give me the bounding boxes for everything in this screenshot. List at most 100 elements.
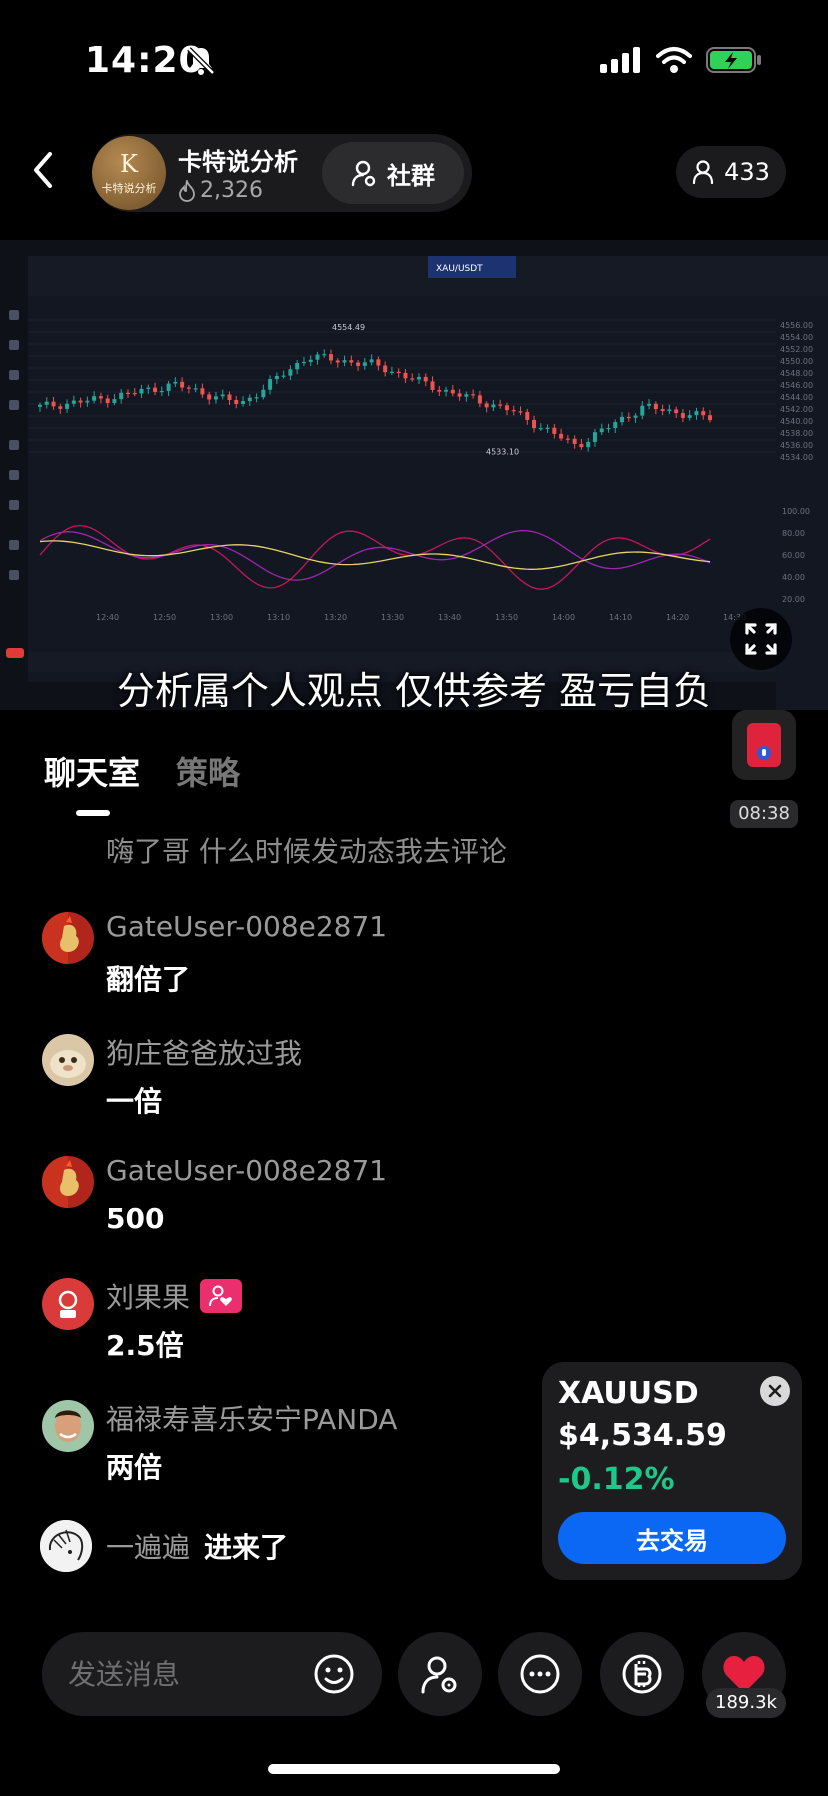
candle-body — [274, 375, 279, 380]
chat-username[interactable]: 刘果果 — [106, 1276, 190, 1316]
chart-symbol-tab: XAU/USDT — [436, 264, 483, 274]
wifi-icon — [656, 47, 692, 73]
ticker-change: -0.12% — [558, 1462, 675, 1497]
price-tick-label: 4544.00 — [780, 393, 813, 402]
candle-body — [369, 359, 374, 363]
user-card-button[interactable] — [398, 1632, 482, 1716]
user-avatar[interactable] — [40, 1520, 92, 1572]
candle-body — [423, 376, 428, 382]
user-avatar[interactable] — [42, 1156, 94, 1208]
candle-body — [173, 381, 178, 384]
user-avatar[interactable] — [42, 1278, 94, 1330]
user-avatar[interactable] — [42, 912, 94, 964]
tab-strategy[interactable]: 策略 — [176, 748, 240, 818]
user-avatar[interactable] — [42, 1400, 94, 1452]
candle-body — [308, 359, 313, 362]
ticker-close-button[interactable] — [760, 1376, 790, 1406]
osc-tick-label: 100.00 — [782, 507, 810, 516]
candle-body — [457, 393, 462, 397]
tab-chatroom[interactable]: 聊天室 — [44, 748, 140, 818]
candle-body — [450, 389, 455, 394]
time-tick-label: 13:50 — [495, 613, 518, 622]
streamer-info[interactable]: K 卡特说分析 卡特说分析 2,326 社群 — [92, 134, 472, 212]
candle-body — [660, 409, 665, 412]
fullscreen-button[interactable] — [730, 608, 792, 670]
candle-body — [220, 394, 225, 397]
candle-body — [532, 419, 537, 429]
price-tick-label: 4548.00 — [780, 369, 813, 378]
candle-body — [356, 362, 361, 366]
candle-body — [78, 400, 83, 403]
candle-body — [349, 360, 354, 363]
trade-button[interactable]: 去交易 — [558, 1512, 786, 1564]
chat-username[interactable]: 狗庄爸爸放过我 — [106, 1032, 302, 1072]
candle-body — [98, 396, 103, 399]
candle-body — [362, 362, 367, 366]
emoji-icon[interactable] — [312, 1652, 356, 1696]
price-tick-label: 4542.00 — [780, 405, 813, 414]
candle-body — [626, 416, 631, 419]
candle-body — [322, 354, 327, 356]
coin-button[interactable] — [600, 1632, 684, 1716]
candle-body — [606, 428, 611, 430]
chat-message: 狗庄爸爸放过我 一倍 — [40, 1032, 540, 1142]
candle-body — [180, 381, 185, 388]
microphone-icon — [757, 746, 771, 760]
candle-body — [44, 401, 49, 405]
candle-body — [498, 404, 503, 406]
candle-body — [674, 409, 679, 414]
active-tab-indicator — [76, 810, 110, 816]
chat-message: 刘果果 2.5倍 — [40, 1276, 540, 1386]
price-tick-label: 4554.00 — [780, 333, 813, 342]
replay-thumbnail-image — [747, 723, 781, 767]
osc-tick-label: 40.00 — [782, 573, 805, 582]
candle-body — [329, 354, 334, 361]
candle-body — [159, 390, 164, 393]
chat-username[interactable]: 福禄寿喜乐安宁PANDA — [106, 1398, 397, 1438]
ticker-card[interactable]: XAUUSD $4,534.59 -0.12% 去交易 — [542, 1362, 802, 1580]
message-input-box[interactable] — [42, 1632, 382, 1716]
candle-body — [227, 394, 232, 401]
candle-body — [139, 388, 144, 394]
price-tick-label: 4546.00 — [780, 381, 813, 390]
chat-text: 2.5倍 — [106, 1329, 184, 1362]
streamer-avatar[interactable]: K 卡特说分析 — [92, 136, 166, 210]
message-input[interactable] — [68, 1632, 308, 1716]
chat-text: 两倍 — [106, 1451, 163, 1484]
live-replay-thumbnail[interactable] — [732, 710, 796, 780]
price-tick-label: 4550.00 — [780, 357, 813, 366]
candle-body — [119, 392, 124, 400]
community-button[interactable]: 社群 — [322, 142, 464, 204]
join-username[interactable]: 一遍遍 — [106, 1526, 190, 1566]
chat-text: 一倍 — [106, 1085, 163, 1118]
time-tick-label: 13:10 — [267, 613, 290, 622]
candle-body — [484, 403, 489, 408]
candle-body — [125, 392, 130, 394]
chat-username[interactable]: GateUser-008e2871 — [106, 910, 387, 943]
more-button[interactable] — [498, 1632, 582, 1716]
live-stream-video[interactable]: XAU/USDT 4556.00 4554.00 4552.00 4550.00 454… — [0, 240, 828, 710]
candle-body — [268, 379, 273, 390]
candle-body — [559, 433, 564, 439]
chat-text: 翻倍了 — [106, 963, 191, 996]
signal-icon — [600, 47, 640, 73]
candle-body — [234, 400, 239, 404]
chat-username[interactable]: GateUser-008e2871 — [106, 1154, 387, 1187]
candle-body — [301, 361, 306, 364]
candle-body — [572, 438, 577, 444]
candle-body — [335, 360, 340, 363]
candle-body — [396, 371, 401, 373]
candle-body — [620, 416, 625, 423]
candle-body — [85, 400, 90, 403]
status-icons — [600, 46, 762, 74]
viewer-count[interactable]: 433 — [676, 146, 786, 198]
time-tick-label: 14:00 — [552, 613, 575, 622]
price-tick-label: 4534.00 — [780, 453, 813, 462]
candle-body — [599, 428, 604, 433]
home-indicator[interactable] — [268, 1764, 560, 1774]
back-arrow-icon[interactable] — [24, 148, 64, 192]
portrait-avatar-image — [42, 1400, 94, 1452]
chat-username-row: 刘果果 — [106, 1276, 243, 1316]
user-avatar[interactable] — [42, 1034, 94, 1086]
candle-body — [525, 411, 530, 420]
